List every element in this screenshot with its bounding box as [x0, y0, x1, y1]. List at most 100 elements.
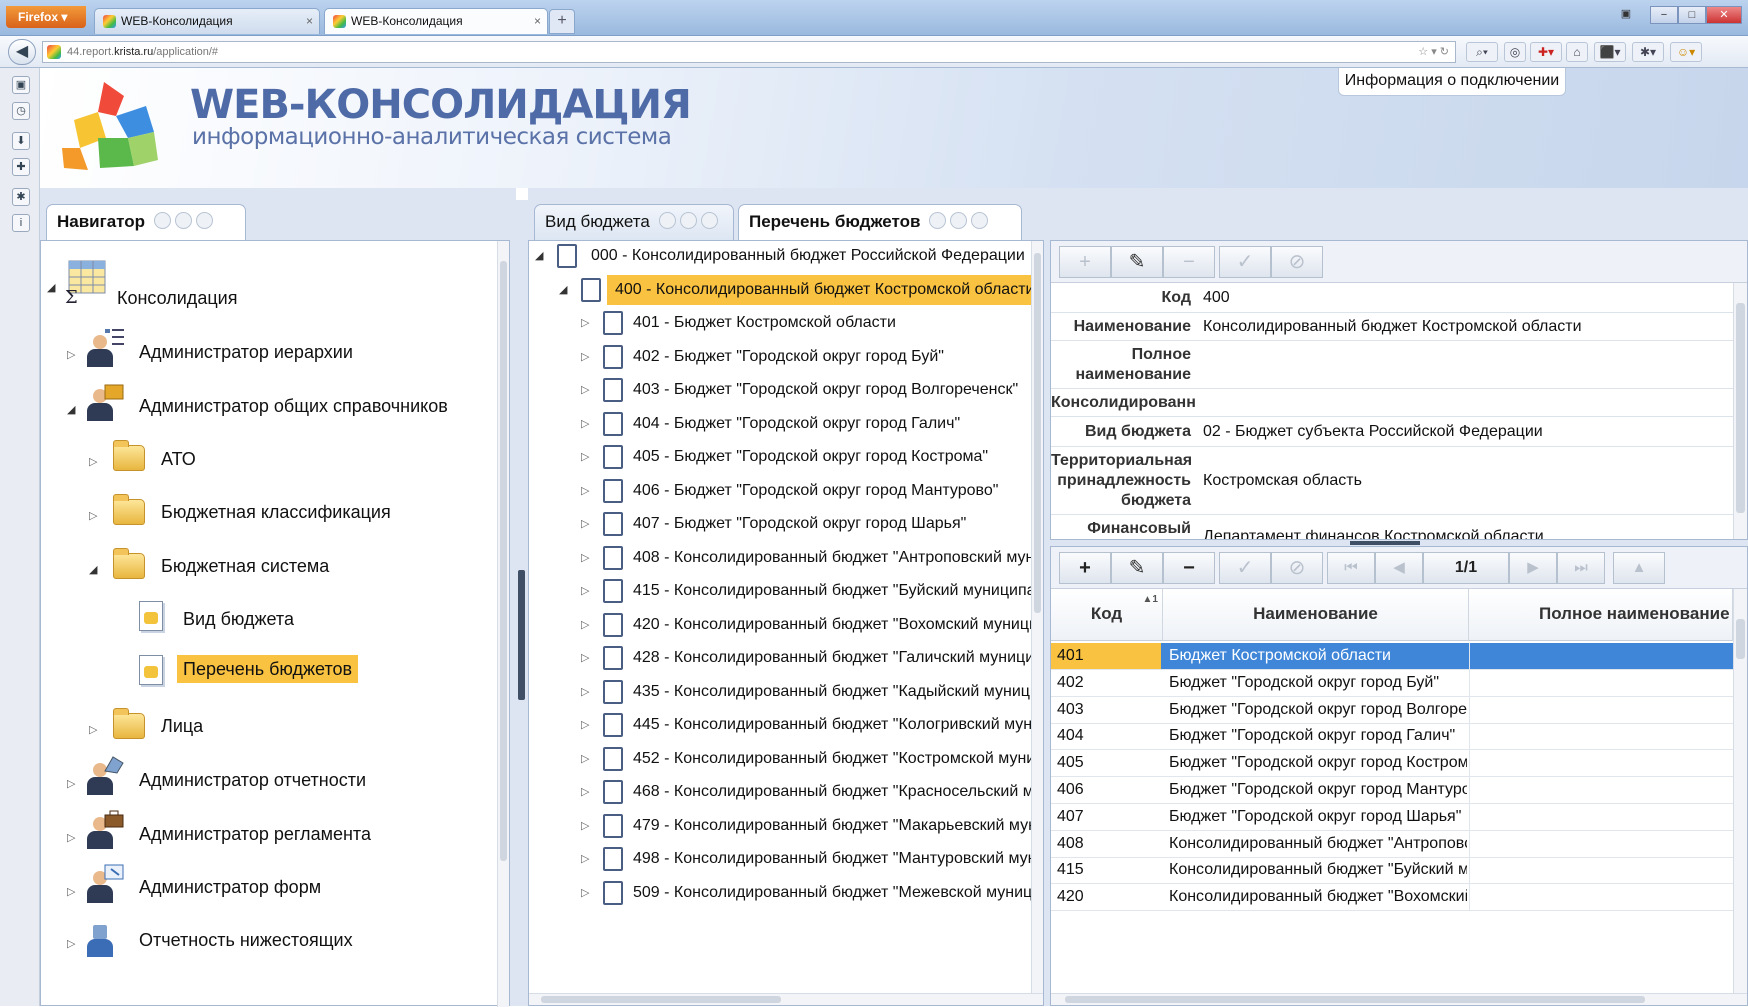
extension-icon[interactable]: ✱▾	[1632, 42, 1664, 62]
firefox-menu-button[interactable]: Firefox ▾	[6, 6, 86, 28]
connection-info-button[interactable]: Информация о подключении	[1338, 68, 1566, 96]
bookmarks-icon[interactable]: ▣	[12, 76, 30, 94]
tree-item[interactable]: ▷ 406 - Бюджет "Городской округ город Ман…	[529, 476, 1029, 506]
expand-arrow-icon[interactable]: ▷	[67, 348, 75, 361]
tree-item[interactable]: ▷ 407 - Бюджет "Городской округ город Шар…	[529, 509, 1029, 539]
navigator-scrollbar[interactable]	[497, 241, 509, 1007]
expand-arrow-icon[interactable]: ▷	[581, 677, 589, 707]
nav-item-admin-obshih-spravochnikov[interactable]: Администратор общих справочников	[139, 395, 448, 417]
minimize-icon[interactable]	[174, 212, 192, 230]
edit-button[interactable]: ✎	[1111, 246, 1163, 278]
expand-arrow-icon[interactable]: ▷	[581, 576, 589, 606]
field-value[interactable]: 400	[1203, 288, 1230, 308]
collapse-arrow-icon[interactable]: ◢	[535, 241, 543, 271]
cancel-button[interactable]: ⊘	[1271, 246, 1323, 278]
tree-item[interactable]: ▷ 468 - Консолидированный бюджет "Краснос…	[529, 777, 1031, 807]
expand-arrow-icon[interactable]: ▷	[67, 937, 75, 950]
field-value[interactable]: Департамент финансов Костромской области	[1203, 527, 1544, 539]
tree-item[interactable]: ▷ 415 - Консолидированный бюджет "Буйский…	[529, 576, 1031, 606]
home-icon[interactable]: ⌂	[1566, 42, 1588, 62]
tab-list-icon[interactable]: ▣	[1612, 6, 1640, 24]
close-icon[interactable]	[700, 212, 718, 230]
table-row[interactable]: 402 Бюджет "Городской округ город Буй"	[1051, 669, 1733, 697]
download-icon[interactable]: ⬇	[12, 132, 30, 150]
remove-button[interactable]: −	[1163, 246, 1215, 278]
expand-arrow-icon[interactable]: ▷	[581, 710, 589, 740]
refresh-icon[interactable]	[929, 212, 947, 230]
tree-item[interactable]: ▷ 404 - Бюджет "Городской округ город Гал…	[529, 409, 1029, 439]
tree-hscrollbar[interactable]	[529, 993, 1043, 1005]
prev-page-button[interactable]: ◀	[1375, 552, 1423, 584]
close-icon[interactable]	[971, 212, 989, 230]
table-row[interactable]: 403 Бюджет "Городской округ город Волгоре…	[1051, 696, 1733, 724]
close-icon[interactable]	[195, 212, 213, 230]
tree-item[interactable]: ▷ 420 - Консолидированный бюджет "Вохомск…	[529, 610, 1031, 640]
expand-arrow-icon[interactable]: ▷	[581, 744, 589, 774]
gear-icon[interactable]: ✱	[12, 188, 30, 206]
collapse-arrow-icon[interactable]: ◢	[559, 275, 567, 305]
nav-item-budget-classification[interactable]: Бюджетная классификация	[161, 501, 391, 523]
nav-item-admin-ierarhii[interactable]: Администратор иерархии	[139, 341, 353, 363]
expand-arrow-icon[interactable]: ▷	[581, 878, 589, 908]
vertical-splitter[interactable]	[516, 200, 528, 1006]
expand-arrow-icon[interactable]: ▷	[67, 885, 75, 898]
last-page-button[interactable]: ⏭	[1557, 552, 1605, 584]
table-row[interactable]: 404 Бюджет "Городской округ город Галич"	[1051, 723, 1733, 751]
tree-item[interactable]: ▷ 479 - Консолидированный бюджет "Макарье…	[529, 811, 1031, 841]
table-row[interactable]: 407 Бюджет "Городской округ город Шарья"	[1051, 803, 1733, 831]
collapse-arrow-icon[interactable]: ◢	[89, 563, 97, 576]
add-row-button[interactable]: +	[1059, 552, 1111, 584]
tree-item[interactable]: ▷ 401 - Бюджет Костромской области	[529, 308, 1029, 338]
tree-item[interactable]: ▷ 435 - Консолидированный бюджет "Кадыйск…	[529, 677, 1031, 707]
delete-row-button[interactable]: −	[1163, 552, 1215, 584]
tree-item-selected[interactable]: ◢ 400 - Консолидированный бюджет Костром…	[529, 275, 1031, 305]
table-row[interactable]: 406 Бюджет "Городской округ город Мантуро…	[1051, 777, 1733, 804]
profile-icon[interactable]: ☺▾	[1670, 42, 1702, 62]
tree-item[interactable]: ▷ 445 - Консолидированный бюджет "Кологри…	[529, 710, 1031, 740]
maximize-button[interactable]: □	[1678, 6, 1706, 24]
refresh-icon[interactable]	[658, 212, 676, 230]
url-bar[interactable]: 44.report.krista.ru/application/# ☆ ▾ ↻	[42, 41, 1456, 63]
tree-item[interactable]: ▷ 405 - Бюджет "Городской округ город Кос…	[529, 442, 1029, 472]
tree-item[interactable]: ▷ 402 - Бюджет "Городской округ город Буй…	[529, 342, 1029, 372]
expand-arrow-icon[interactable]: ▷	[581, 811, 589, 841]
tree-item[interactable]: ▷ 509 - Консолидированный бюджет "Межевск…	[529, 878, 1031, 908]
expand-arrow-icon[interactable]: ▷	[581, 509, 589, 539]
tree-item[interactable]: ▷ 428 - Консолидированный бюджет "Галичск…	[529, 643, 1031, 673]
expand-arrow-icon[interactable]: ▷	[67, 831, 75, 844]
save-row-button[interactable]: ✓	[1219, 552, 1271, 584]
refresh-icon[interactable]	[153, 212, 171, 230]
nav-item-admin-otchetnosti[interactable]: Администратор отчетности	[139, 769, 366, 791]
tree-scrollbar[interactable]	[1031, 241, 1043, 993]
nav-item-ato[interactable]: АТО	[161, 448, 196, 470]
expand-arrow-icon[interactable]: ▷	[581, 442, 589, 472]
nav-item-budget-system[interactable]: Бюджетная система	[161, 555, 329, 577]
table-row[interactable]: 405 Бюджет "Городской округ город Костром…	[1051, 750, 1733, 778]
nav-item-vid-budget[interactable]: Вид бюджета	[183, 608, 294, 630]
tree-item[interactable]: ▷ 403 - Бюджет "Городской округ город Вол…	[529, 375, 1029, 405]
tab-vid-budget[interactable]: Вид бюджета	[534, 204, 734, 240]
bookmark-star-icon[interactable]: ☆ ▾ ↻	[1418, 42, 1449, 62]
table-row[interactable]: 401 Бюджет Костромской области	[1051, 643, 1733, 670]
expand-arrow-icon[interactable]: ▷	[89, 509, 97, 522]
puzzle-icon[interactable]: ✚	[12, 158, 30, 176]
close-tab-icon[interactable]: ×	[534, 9, 541, 33]
expand-arrow-icon[interactable]: ▷	[581, 543, 589, 573]
minimize-icon[interactable]	[950, 212, 968, 230]
nav-item-konsolidaciya[interactable]: Консолидация	[117, 287, 237, 309]
cancel-row-button[interactable]: ⊘	[1271, 552, 1323, 584]
tree-root[interactable]: ◢ 000 - Консолидированный бюджет Российс…	[529, 241, 1029, 271]
nav-item-otchetnost-nizhestoyashih[interactable]: Отчетность нижестоящих	[139, 929, 353, 951]
new-tab-button[interactable]: +	[549, 9, 575, 34]
edit-row-button[interactable]: ✎	[1111, 552, 1163, 584]
nav-item-admin-form[interactable]: Администратор форм	[139, 876, 321, 898]
expand-arrow-icon[interactable]: ▷	[581, 409, 589, 439]
back-button[interactable]: ◀	[8, 39, 36, 65]
minimize-button[interactable]: −	[1650, 6, 1678, 24]
expand-arrow-icon[interactable]: ▷	[89, 723, 97, 736]
grid-scrollbar[interactable]	[1733, 589, 1747, 993]
expand-arrow-icon[interactable]: ▷	[67, 777, 75, 790]
expand-arrow-icon[interactable]: ▷	[89, 455, 97, 468]
tree-item[interactable]: ▷ 498 - Консолидированный бюджет "Мантуро…	[529, 844, 1031, 874]
nav-item-perechen-budgetov[interactable]: Перечень бюджетов	[177, 655, 359, 683]
